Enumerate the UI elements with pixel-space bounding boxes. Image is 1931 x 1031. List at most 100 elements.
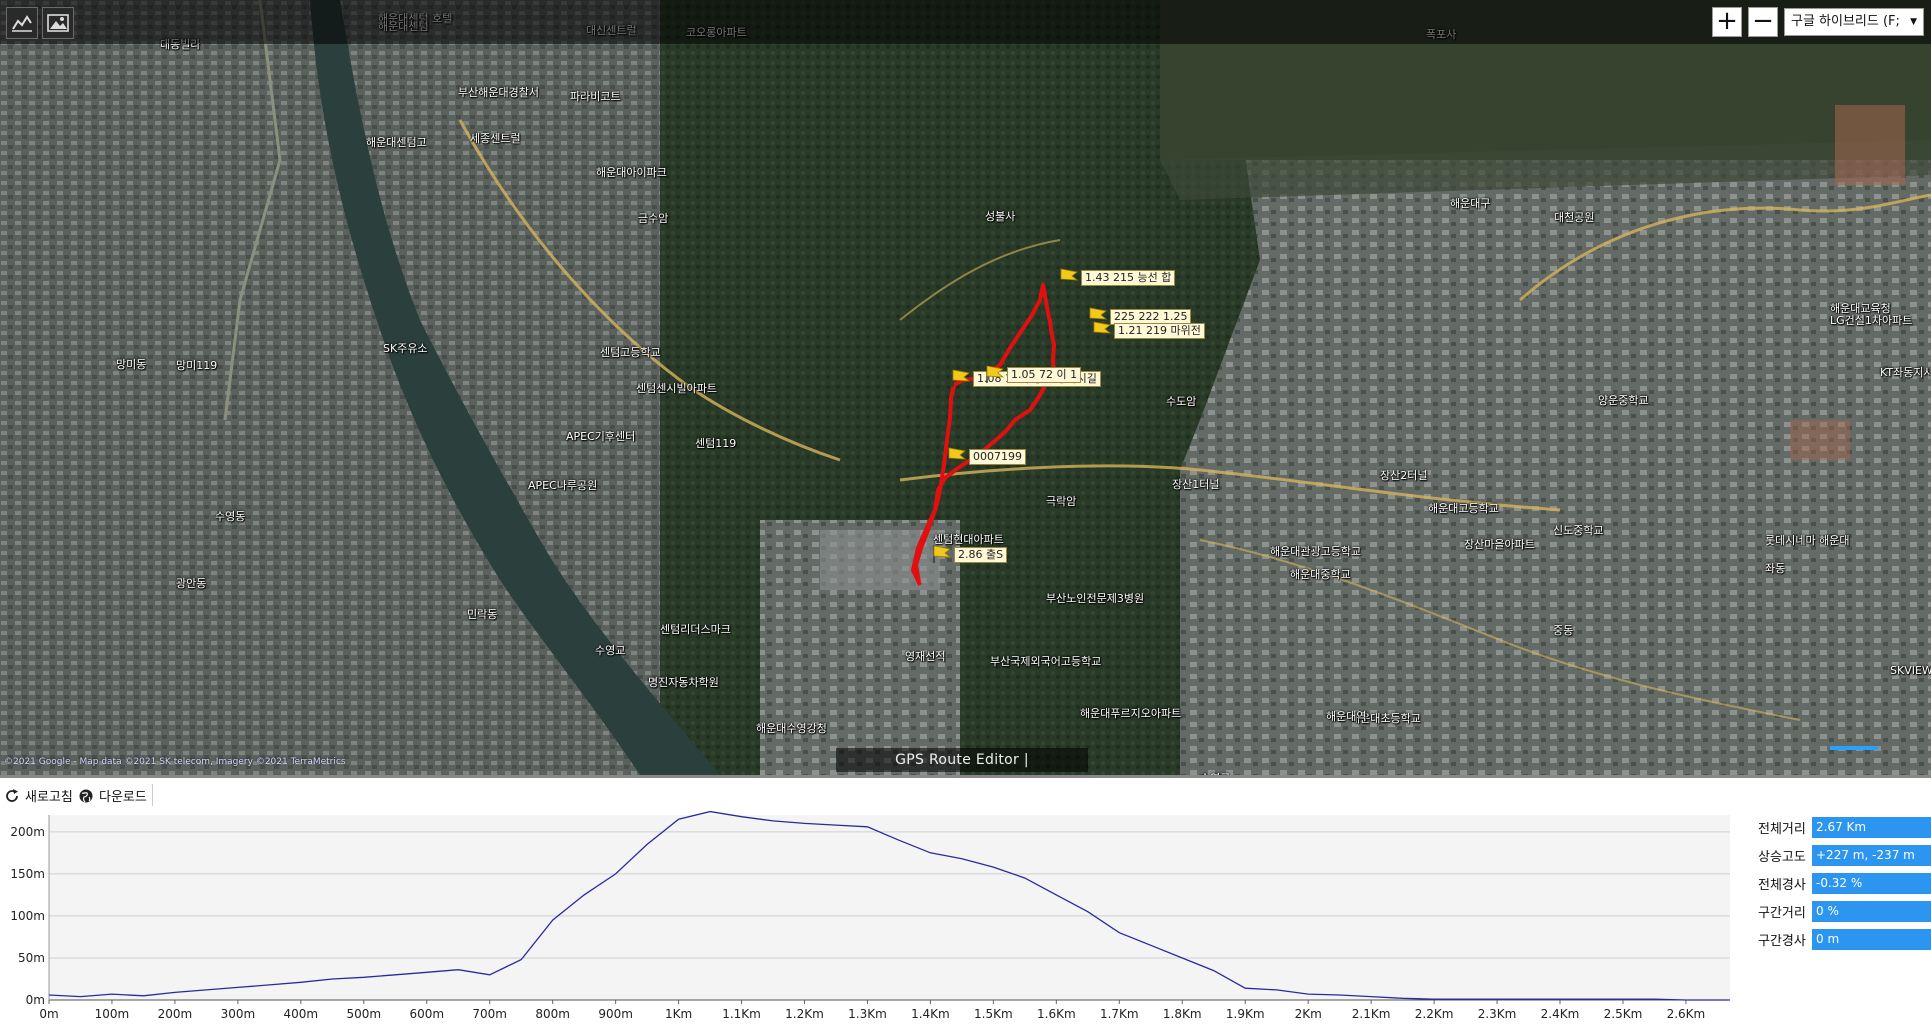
image-icon: [47, 14, 69, 32]
y-tick-label: 200m: [10, 825, 45, 839]
map-place-label: 파라비코트: [570, 90, 621, 103]
x-tick-label: 200m: [158, 1007, 193, 1021]
map-place-label: 중동: [1553, 624, 1574, 637]
stat-value: -0.32 %: [1812, 873, 1931, 894]
map-place-label: 해운대수영강청: [756, 722, 827, 735]
satellite-imagery: [0, 0, 1931, 775]
map-place-label: 민락동: [467, 608, 498, 621]
waypoint-label: 2.86 출S: [954, 547, 1008, 563]
y-tick-label: 150m: [10, 867, 45, 881]
flag-icon: [1060, 268, 1079, 286]
x-tick-label: 1.4Km: [911, 1007, 950, 1021]
stat-value: 2.67 Km: [1812, 817, 1931, 838]
map-place-label: 센텀센시빌아파트: [636, 382, 717, 395]
map-top-bar: [0, 0, 1931, 44]
waypoint-label: 0007199: [969, 449, 1026, 465]
map-place-label: KT좌동지사: [1880, 366, 1931, 379]
x-tick-label: 700m: [472, 1007, 507, 1021]
x-tick-label: 1.7Km: [1100, 1007, 1139, 1021]
map-place-label: 명진자동차학원: [648, 676, 719, 689]
map-place-label: 부산국제외국어고등학교: [990, 655, 1102, 668]
map-place-label: 대천공원: [1554, 211, 1595, 224]
map-place-label: 영재선적: [905, 650, 946, 663]
x-tick-label: 100m: [95, 1007, 130, 1021]
x-tick-label: 2.4Km: [1541, 1007, 1580, 1021]
map-place-label: 센텀고등학교: [600, 346, 661, 359]
x-tick-label: 2.5Km: [1604, 1007, 1643, 1021]
flag-icon: [933, 545, 952, 563]
map-place-label: 성불사: [985, 210, 1016, 223]
stat-value: +227 m, -237 m: [1812, 845, 1931, 866]
x-tick-label: 1.6Km: [1037, 1007, 1076, 1021]
map-place-label: 해운대센텀고: [366, 136, 427, 149]
map-place-label: 해운대교육청: [1830, 302, 1891, 315]
x-tick-label: 2.6Km: [1667, 1007, 1706, 1021]
waypoint-label: 1.21 219 마위전: [1114, 323, 1205, 339]
x-tick-label: 600m: [409, 1007, 444, 1021]
stat-value: 0 %: [1812, 901, 1931, 922]
map-place-label: 해운대관광고등학교: [1270, 545, 1362, 558]
map-place-label: 해운대중학교: [1290, 568, 1351, 581]
x-tick-label: 400m: [284, 1007, 319, 1021]
download-button[interactable]: 다운로드: [78, 786, 147, 805]
x-tick-label: 1.2Km: [785, 1007, 824, 1021]
map-place-label: 롯데시네마 해운대: [1765, 534, 1850, 547]
x-tick-label: 2Km: [1295, 1007, 1322, 1021]
app-watermark: GPS Route Editor | www.gpsnote.net: [836, 748, 1088, 772]
refresh-icon: [6, 788, 18, 802]
x-tick-label: 2.1Km: [1352, 1007, 1391, 1021]
x-tick-label: 900m: [598, 1007, 633, 1021]
stat-label: 구간거리: [1758, 906, 1806, 921]
x-tick-label: 1.9Km: [1226, 1007, 1265, 1021]
stat-label: 구간경사: [1758, 934, 1806, 949]
map-place-label: 수영동: [215, 510, 246, 523]
waypoint-label: 1.05 72 이 1: [1007, 367, 1082, 383]
stat-row: 전체경사 -0.32 %: [1752, 869, 1931, 897]
map-place-label: 장산마을아파트: [1464, 538, 1535, 551]
zoom-out-button[interactable]: −: [1748, 7, 1778, 37]
stat-row: 구간경사 0 m: [1752, 925, 1931, 953]
elevation-chart-toggle-button[interactable]: [6, 7, 38, 39]
map-type-value: 구글 하이브리드 (F;: [1791, 14, 1900, 29]
flag-icon: [986, 365, 1005, 383]
chart-icon: [12, 15, 32, 32]
x-tick-label: 1.3Km: [848, 1007, 887, 1021]
chart-plot-area: [49, 815, 1730, 1000]
stat-label: 전체경사: [1758, 878, 1806, 893]
map-place-label: SKVIEW: [1890, 664, 1931, 677]
map-place-label: 장산2터널: [1380, 469, 1428, 482]
refresh-button[interactable]: 새로고침: [4, 786, 73, 805]
zoom-in-button[interactable]: +: [1712, 7, 1742, 37]
elevation-chart[interactable]: 0m 50m 100m 150m 200m 0m 100m 200m 300m 400m 500m 6…: [0, 807, 1740, 1031]
image-layer-button[interactable]: [42, 7, 74, 39]
x-tick-label: 1.8Km: [1163, 1007, 1202, 1021]
download-label: 다운로드: [99, 790, 147, 805]
map-place-label: 망미119: [176, 359, 218, 372]
map-place-label: APEC기후센터: [566, 430, 636, 443]
map-place-label: 수도암: [1166, 395, 1197, 408]
map-place-label: 센텀119: [695, 437, 737, 450]
x-tick-label: 2.3Km: [1478, 1007, 1517, 1021]
x-tick-label: 0m: [39, 1007, 58, 1021]
map-place-label: 장산1터널: [1172, 478, 1220, 491]
map-view[interactable]: 해운대센텀 호텔대신센트럴코오롱아파트폭포사해운대센텀대동빌라부산해운대경찰서파…: [0, 0, 1931, 775]
map-place-label: 해운대역: [1326, 710, 1367, 723]
stat-row: 구간거리 0 %: [1752, 897, 1931, 925]
x-tick-label: 2.2Km: [1415, 1007, 1454, 1021]
waypoint-label: 1.43 215 능선 합: [1081, 270, 1176, 286]
stat-row: 상승고도 +227 m, -237 m: [1752, 841, 1931, 869]
map-place-label: 해운대푸르지오아파트: [1080, 707, 1182, 720]
route-stats: 전체거리 2.67 Km 상승고도 +227 m, -237 m 전체경사 -0.32 %…: [1752, 813, 1931, 953]
y-tick-label: 50m: [18, 951, 45, 965]
map-place-label: SK주유소: [383, 342, 428, 355]
map-type-select[interactable]: 구글 하이브리드 (F; ▼: [1784, 8, 1924, 36]
y-tick-label: 100m: [10, 909, 45, 923]
map-place-label: 해운대아이파크: [596, 166, 667, 179]
map-place-label: 금수암: [638, 212, 669, 225]
map-place-label: 해운대구: [1450, 197, 1491, 210]
map-place-label: 좌동: [1765, 562, 1786, 575]
x-tick-label: 500m: [346, 1007, 381, 1021]
map-place-label: 센텀리더스마크: [660, 623, 731, 636]
flag-icon: [948, 447, 967, 465]
map-credit[interactable]: ©2021 Google - Map data ©2021 SK telecom…: [4, 757, 346, 767]
